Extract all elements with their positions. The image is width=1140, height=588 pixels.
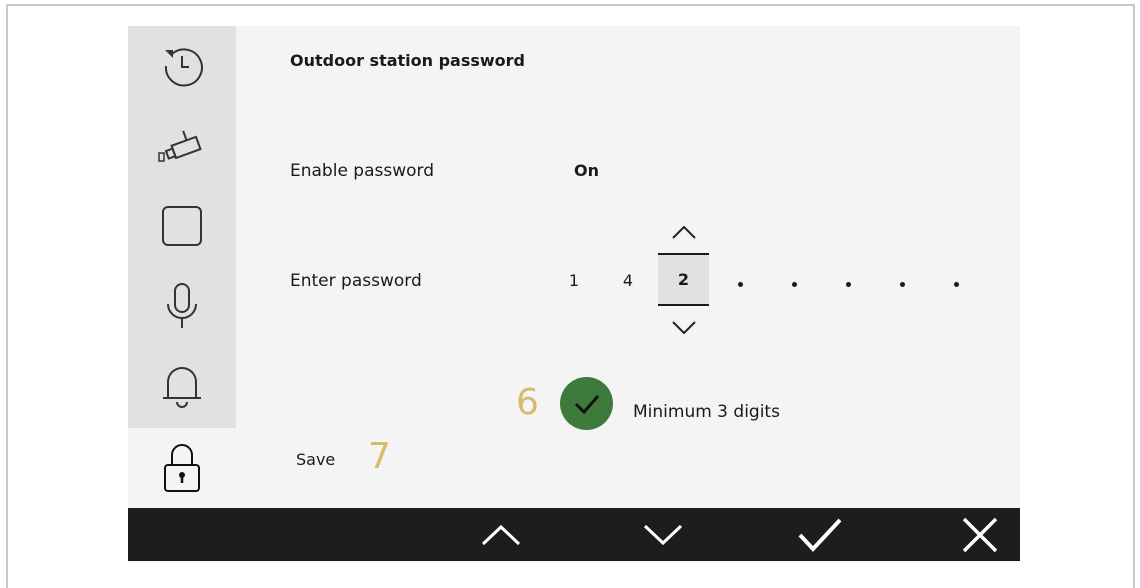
digit-down-icon[interactable] xyxy=(671,320,697,336)
password-digit-1[interactable]: 1 xyxy=(564,271,584,290)
page-title: Outdoor station password xyxy=(290,51,526,70)
sidebar-item-microphone[interactable] xyxy=(128,266,236,346)
sidebar-item-history[interactable] xyxy=(128,26,236,106)
square-icon xyxy=(162,206,202,246)
down-button[interactable] xyxy=(633,508,693,561)
close-button[interactable] xyxy=(950,508,1010,561)
sidebar-item-lock[interactable] xyxy=(128,428,236,508)
password-digit-2[interactable]: 4 xyxy=(618,271,638,290)
password-placeholder-dot[interactable] xyxy=(900,282,905,287)
password-placeholder-dot[interactable] xyxy=(954,282,959,287)
validation-check-badge xyxy=(560,377,613,430)
confirm-button[interactable] xyxy=(790,508,850,561)
device-screen: Outdoor station password Enable password… xyxy=(128,26,1020,562)
digit-up-icon[interactable] xyxy=(671,224,697,240)
validation-message: Minimum 3 digits xyxy=(633,402,780,422)
camera-icon xyxy=(158,130,202,162)
bell-icon xyxy=(163,367,201,408)
up-button[interactable] xyxy=(471,508,531,561)
sidebar-item-camera[interactable] xyxy=(128,106,236,186)
sidebar xyxy=(128,26,236,428)
history-icon xyxy=(164,48,203,87)
enable-password-label: Enable password xyxy=(290,161,435,181)
callout-7: 7 xyxy=(368,436,391,477)
sidebar-item-square[interactable] xyxy=(128,186,236,266)
enter-password-label: Enter password xyxy=(290,271,422,291)
enable-password-value[interactable]: On xyxy=(574,161,599,180)
callout-6: 6 xyxy=(516,382,539,423)
up-icon xyxy=(481,524,521,545)
close-icon xyxy=(962,517,998,552)
save-button[interactable]: Save xyxy=(296,450,335,469)
lock-icon xyxy=(164,444,200,492)
password-placeholder-dot[interactable] xyxy=(738,282,743,287)
down-icon xyxy=(643,524,683,545)
confirm-icon xyxy=(798,518,842,552)
password-placeholder-dot[interactable] xyxy=(846,282,851,287)
bottom-toolbar xyxy=(128,508,1020,561)
password-placeholder-dot[interactable] xyxy=(792,282,797,287)
check-icon xyxy=(574,394,599,414)
password-digit-current[interactable]: 2 xyxy=(658,253,709,306)
microphone-icon xyxy=(167,283,197,328)
sidebar-item-bell[interactable] xyxy=(128,346,236,426)
